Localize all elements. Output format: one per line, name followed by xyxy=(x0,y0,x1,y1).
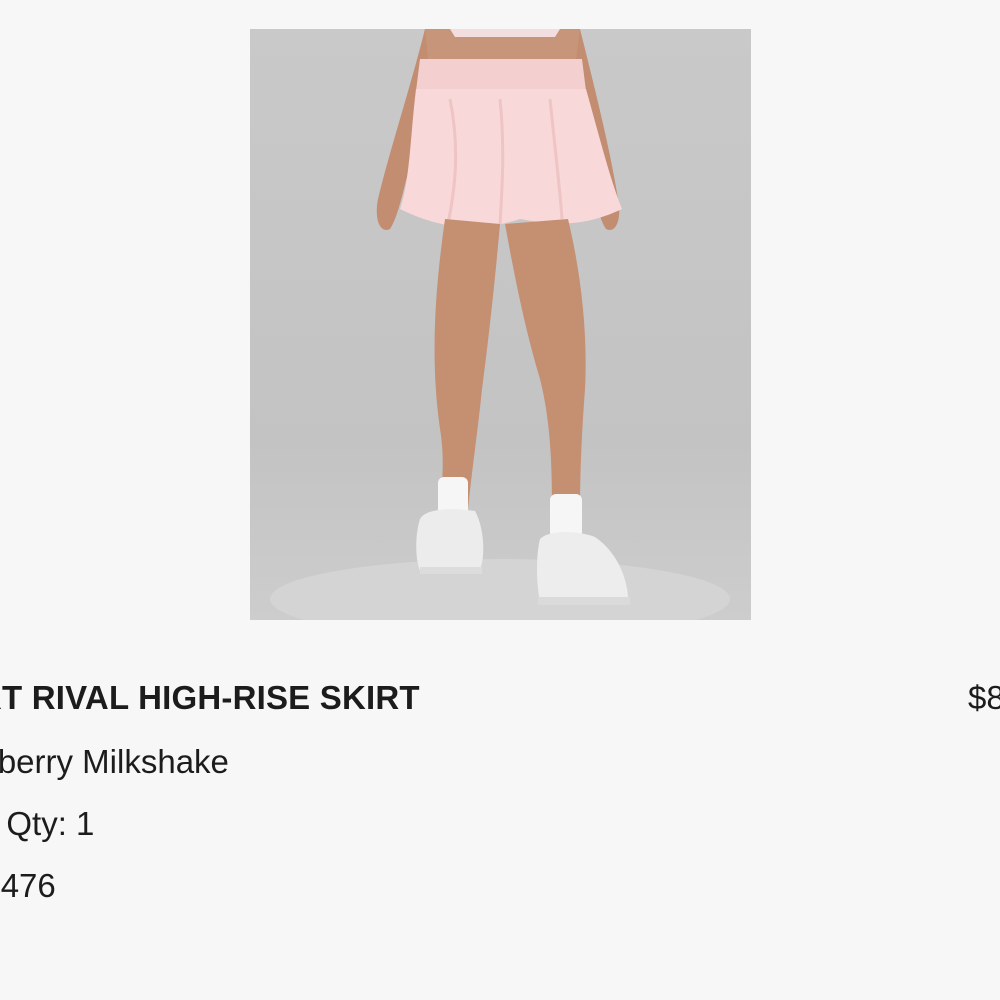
size-qty-line: 4Qty: 1 xyxy=(0,804,94,844)
product-color: wberry Milkshake xyxy=(0,743,229,780)
qty-value: 1 xyxy=(76,805,95,842)
order-item-card: RT RIVAL HIGH-RISE SKIRT $8 wberry Milks… xyxy=(0,0,1000,1000)
product-photo-illustration xyxy=(270,29,730,620)
product-name[interactable]: RT RIVAL HIGH-RISE SKIRT xyxy=(0,678,420,718)
product-price: $8 xyxy=(968,679,1000,716)
qty-label: Qty: xyxy=(6,805,67,842)
product-image[interactable] xyxy=(250,29,751,620)
product-sku: 86476 xyxy=(0,867,56,904)
